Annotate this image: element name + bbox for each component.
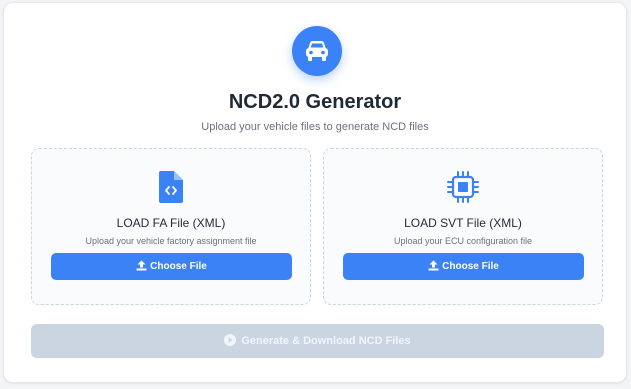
generate-download-button[interactable]: Generate & Download NCD Files xyxy=(31,324,604,358)
upload-icon xyxy=(428,260,439,274)
upload-icon xyxy=(136,260,147,274)
generate-download-label: Generate & Download NCD Files xyxy=(241,335,411,347)
page-title: NCD2.0 Generator xyxy=(228,91,402,113)
play-circle-icon xyxy=(224,333,237,349)
car-icon xyxy=(292,26,342,76)
svt-upload-panel: LOAD SVT File (XML) Upload your ECU conf… xyxy=(323,148,603,305)
choose-fa-file-button[interactable]: Choose File xyxy=(51,253,292,280)
choose-svt-file-button[interactable]: Choose File xyxy=(343,253,584,280)
choose-svt-file-label: Choose File xyxy=(442,261,499,272)
code-file-icon xyxy=(159,171,183,203)
fa-upload-panel: LOAD FA File (XML) Upload your vehicle f… xyxy=(31,148,311,305)
fa-panel-description: Upload your vehicle factory assignment f… xyxy=(85,236,257,246)
page-subtitle: Upload your vehicle files to generate NC… xyxy=(201,121,429,133)
choose-fa-file-label: Choose File xyxy=(150,261,207,272)
svt-panel-title: LOAD SVT File (XML) xyxy=(404,216,522,230)
generator-card: NCD2.0 Generator Upload your vehicle fil… xyxy=(3,2,627,383)
chip-icon xyxy=(447,171,479,203)
fa-panel-title: LOAD FA File (XML) xyxy=(116,216,226,230)
svt-panel-description: Upload your ECU configuration file xyxy=(393,236,533,246)
